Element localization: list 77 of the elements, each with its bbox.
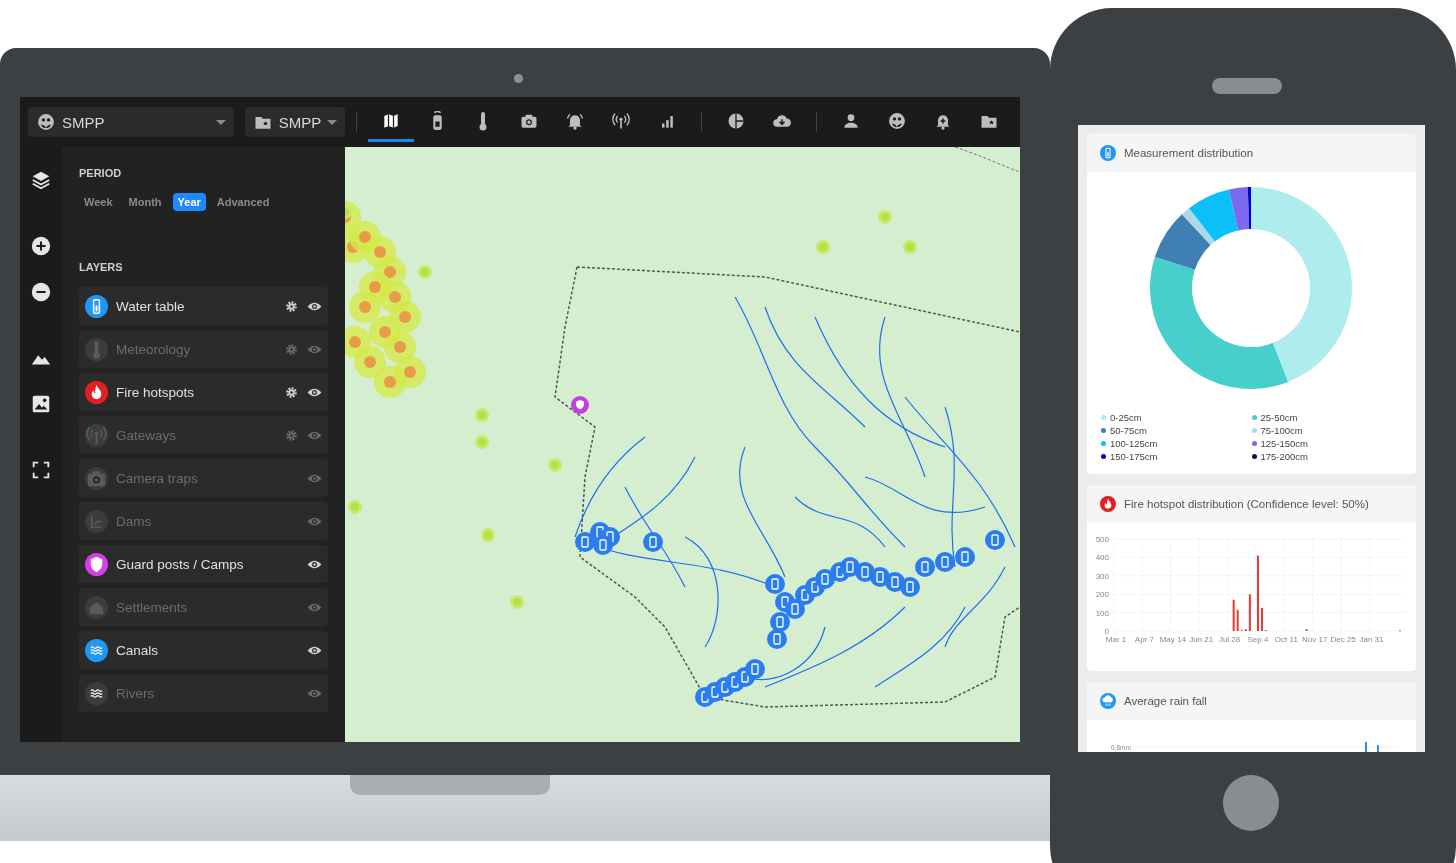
legend-label: 25-50cm bbox=[1260, 412, 1298, 423]
card-title: Average rain fall bbox=[1124, 695, 1207, 707]
layer-row[interactable]: Dams bbox=[79, 502, 328, 540]
card-icon bbox=[1100, 496, 1116, 512]
legend-label: 100-125cm bbox=[1110, 438, 1158, 449]
axis-tick-label: 0 bbox=[1104, 627, 1109, 636]
layer-row[interactable]: Canals bbox=[79, 631, 328, 669]
image-icon[interactable] bbox=[30, 393, 52, 415]
globe-face-icon bbox=[36, 112, 56, 132]
axis-tick-label: 400 bbox=[1095, 553, 1109, 563]
speaker-slot bbox=[1212, 78, 1282, 94]
layer-icon bbox=[85, 423, 108, 447]
layer-icon bbox=[85, 466, 108, 490]
project-selector[interactable]: SMPP bbox=[244, 107, 346, 137]
layer-row[interactable]: Camera traps bbox=[79, 459, 328, 497]
axis-tick-label: May 14 bbox=[1159, 635, 1186, 644]
card-title: Fire hotspot distribution (Confidence level: 50%) bbox=[1124, 498, 1369, 510]
layer-icon bbox=[85, 595, 108, 619]
layer-name: Meteorology bbox=[116, 341, 192, 357]
legend-label: 50-75cm bbox=[1110, 425, 1147, 436]
webcam-dot bbox=[514, 74, 523, 83]
legend-label: 175-200cm bbox=[1260, 451, 1309, 462]
layer-icon bbox=[85, 681, 108, 705]
layer-name: Rivers bbox=[116, 685, 156, 701]
axis-tick-label: Nov 17 bbox=[1302, 635, 1328, 644]
axis-tick-label: Sep 4 bbox=[1247, 635, 1269, 644]
antenna-icon bbox=[611, 110, 632, 131]
layer-name: Dams bbox=[116, 513, 153, 529]
section-heading: PERIOD bbox=[79, 167, 123, 179]
period-tab[interactable]: Advanced bbox=[211, 193, 275, 211]
layer-name: Water table bbox=[116, 298, 186, 314]
zoom-in-icon[interactable] bbox=[30, 235, 52, 257]
axis-tick-label: 200 bbox=[1095, 590, 1109, 600]
legend-label: 150-175cm bbox=[1110, 451, 1158, 462]
layer-row[interactable]: Guard posts / Camps bbox=[79, 545, 328, 583]
axis-tick-label: Jun 21 bbox=[1189, 635, 1214, 644]
section-heading: LAYERS bbox=[79, 261, 124, 273]
legend-label: 125-150cm bbox=[1260, 438, 1309, 449]
layer-icon bbox=[85, 337, 108, 361]
layer-name: Canals bbox=[116, 642, 160, 658]
card-icon bbox=[1100, 693, 1116, 709]
layer-row[interactable]: Fire hotspots bbox=[79, 373, 328, 411]
axis-tick-label: Jul 28 bbox=[1218, 635, 1241, 644]
axis-tick-label: 100 bbox=[1095, 608, 1109, 618]
axis-tick-label: Oct 11 bbox=[1274, 635, 1298, 644]
layer-name: Fire hotspots bbox=[116, 384, 196, 400]
zoom-out-icon[interactable] bbox=[30, 281, 52, 303]
layer-name: Gateways bbox=[116, 427, 178, 443]
period-tab[interactable]: Year bbox=[172, 193, 206, 211]
layer-row[interactable]: Rivers bbox=[79, 674, 328, 712]
layer-row[interactable]: Settlements bbox=[79, 588, 328, 626]
layer-name: Camera traps bbox=[116, 470, 199, 486]
axis-tick-label: 500 bbox=[1095, 535, 1109, 544]
axis-tick-label: Apr 7 bbox=[1134, 635, 1154, 644]
layer-row[interactable]: Water table bbox=[79, 287, 328, 325]
legend-label: 75-100cm bbox=[1260, 425, 1303, 436]
axis-tick-label: 300 bbox=[1095, 571, 1109, 581]
globe-face-icon bbox=[887, 110, 907, 131]
settings-icon[interactable] bbox=[284, 384, 299, 400]
settings-icon[interactable] bbox=[284, 298, 299, 314]
axis-tick-label: Mar 1 bbox=[1105, 635, 1127, 644]
legend-label: 0-25cm bbox=[1110, 412, 1142, 423]
layer-name: Settlements bbox=[116, 599, 189, 615]
card-title: Measurement distribution bbox=[1124, 147, 1254, 159]
thermometer-icon bbox=[479, 110, 488, 131]
device-icon bbox=[431, 110, 443, 131]
layers-icon[interactable] bbox=[30, 169, 52, 191]
home-button[interactable] bbox=[1223, 775, 1279, 831]
fullscreen-icon[interactable] bbox=[30, 459, 52, 481]
layer-name: Guard posts / Camps bbox=[116, 556, 245, 572]
axis-tick-label: Jan 31 bbox=[1359, 635, 1384, 644]
axis-tick-label: Dec 25 bbox=[1330, 635, 1356, 644]
card-icon bbox=[1100, 145, 1116, 161]
period-tab[interactable]: Month bbox=[123, 193, 167, 211]
period-tab[interactable]: Week bbox=[79, 193, 118, 211]
project-selector[interactable]: SMPP bbox=[28, 107, 234, 137]
layer-icon bbox=[85, 509, 108, 533]
